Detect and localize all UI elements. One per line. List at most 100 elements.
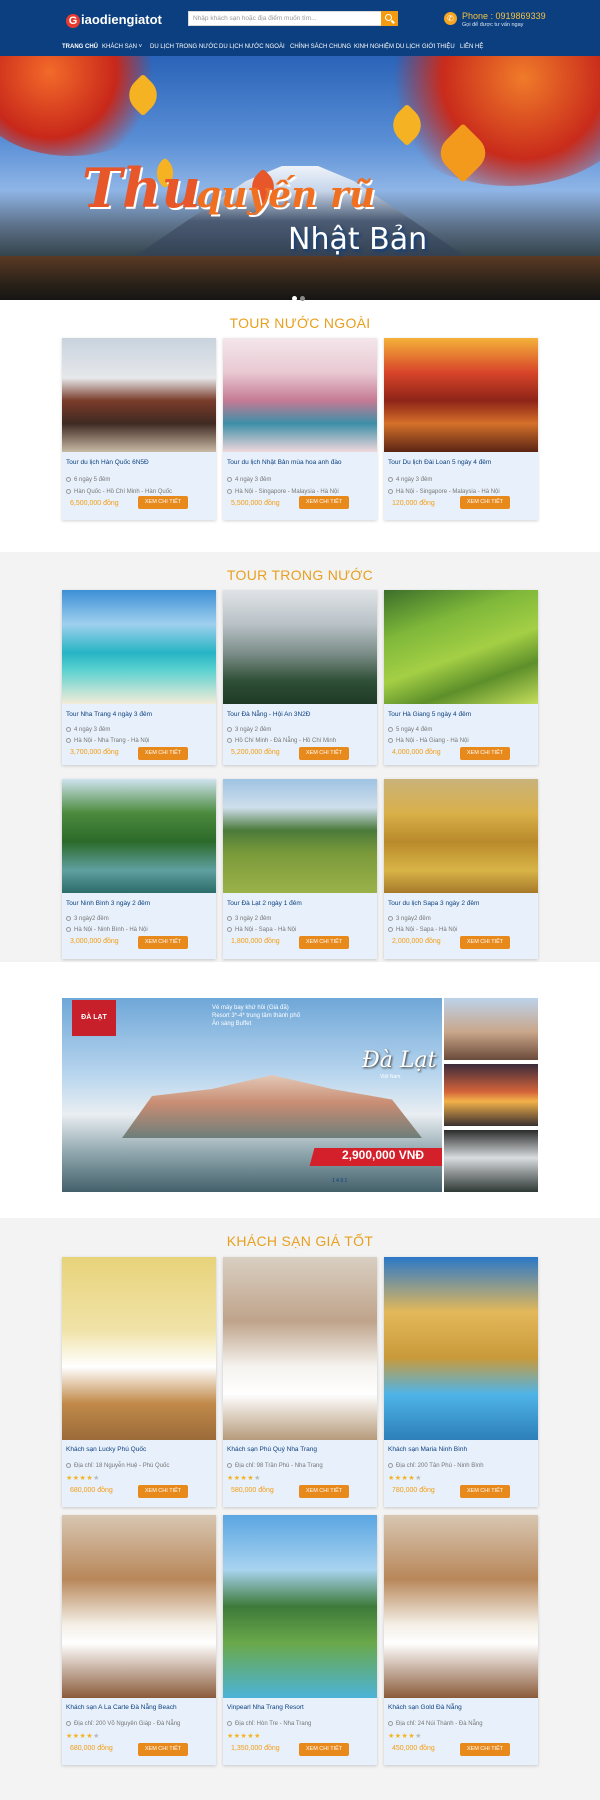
tour-image xyxy=(62,338,216,452)
tour-title[interactable]: Tour du lịch Hàn Quốc 6N5Đ xyxy=(66,459,149,466)
tour-price: 3,700,000 đồng xyxy=(70,749,119,756)
hotel-card[interactable]: Khách sạn Gold Đà Nẵng Địa chỉ: 24 Núi T… xyxy=(384,1515,538,1765)
tour-card[interactable]: Tour du lịch Hàn Quốc 6N5Đ 6 ngày 5 đêm … xyxy=(62,338,216,520)
view-detail-button[interactable]: XEM CHI TIẾT xyxy=(460,936,510,949)
tour-duration: 3 ngày2 đêm xyxy=(66,916,109,922)
star-rating: ★★★★★ xyxy=(227,1475,261,1482)
nav-item-foreign[interactable]: DU LỊCH NƯỚC NGOÀI xyxy=(219,44,285,50)
tour-duration: 3 ngày 2 đêm xyxy=(227,727,271,733)
hotel-name[interactable]: Khách sạn Lucky Phú Quốc xyxy=(66,1446,146,1453)
hotel-image xyxy=(384,1257,538,1440)
tour-title[interactable]: Tour Ninh Bình 3 ngày 2 đêm xyxy=(66,900,150,907)
location-icon xyxy=(227,1721,232,1726)
tour-title[interactable]: Tour du lịch Sapa 3 ngày 2 đêm xyxy=(388,900,479,907)
hotel-card[interactable]: Khách sạn Lucky Phú Quốc Địa chỉ: 18 Ngu… xyxy=(62,1257,216,1507)
view-detail-button[interactable]: XEM CHI TIẾT xyxy=(138,1485,188,1498)
hotel-name[interactable]: Khách sạn Phú Quý Nha Trang xyxy=(227,1446,317,1453)
tour-card[interactable]: Tour Đà Lạt 2 ngày 1 đêm 3 ngày 2 đêm Hà… xyxy=(223,779,377,959)
tour-route: Hà Nội - Singapore - Malaysia - Hà Nội xyxy=(388,489,500,495)
location-icon xyxy=(388,1463,393,1468)
tour-title[interactable]: Tour Nha Trang 4 ngày 3 đêm xyxy=(66,711,152,718)
hotel-image xyxy=(223,1515,377,1698)
tour-image xyxy=(384,338,538,452)
logo-text: iaodiengiatot xyxy=(81,12,162,27)
tour-card[interactable]: Tour du lịch Nhật Bản mùa hoa anh đào 4 … xyxy=(223,338,377,520)
view-detail-button[interactable]: XEM CHI TIẾT xyxy=(299,496,349,509)
nav-item-contact[interactable]: LIÊN HỆ xyxy=(460,44,483,50)
view-detail-button[interactable]: XEM CHI TIẾT xyxy=(460,747,510,760)
hotel-card[interactable]: Khách sạn Phú Quý Nha Trang Địa chỉ: 98 … xyxy=(223,1257,377,1507)
promo-banner[interactable]: ĐÀ LẠT Vé máy bay khứ hồi (Giá đã) Resor… xyxy=(62,998,442,1192)
tour-card[interactable]: Tour Ninh Bình 3 ngày 2 đêm 3 ngày2 đêm … xyxy=(62,779,216,959)
star-rating: ★★★★★ xyxy=(227,1733,261,1740)
star-rating: ★★★★★ xyxy=(388,1475,422,1482)
slider-dot[interactable] xyxy=(292,296,297,301)
banner-title: Đà Lạt xyxy=(362,1048,437,1073)
search-input[interactable]: Nhập khách sạn hoặc địa điểm muốn tìm... xyxy=(188,11,398,26)
hotel-name[interactable]: Khách sạn Maria Ninh Bình xyxy=(388,1446,467,1453)
tour-title[interactable]: Tour Du lịch Đài Loan 5 ngày 4 đêm xyxy=(388,459,491,466)
tour-route: Hà Nội - Hà Giang - Hà Nội xyxy=(388,738,469,744)
hotel-card[interactable]: Khách sạn A La Carte Đà Nẵng Beach Địa c… xyxy=(62,1515,216,1765)
tour-image xyxy=(384,779,538,893)
tour-duration: 4 ngày 3 đêm xyxy=(227,477,271,483)
banner-subtitle: Việt Nam xyxy=(380,1074,401,1080)
location-icon xyxy=(227,738,232,743)
tour-title[interactable]: Tour Đà Nẵng - Hội An 3N2Đ xyxy=(227,711,310,718)
nav-item-home[interactable]: TRANG CHỦ xyxy=(62,44,98,50)
section-title-domestic: TOUR TRONG NƯỚC xyxy=(226,567,374,583)
tour-title[interactable]: Tour Đà Lạt 2 ngày 1 đêm xyxy=(227,900,302,907)
tour-title[interactable]: Tour Hà Giang 5 ngày 4 đêm xyxy=(388,711,471,718)
view-detail-button[interactable]: XEM CHI TIẾT xyxy=(299,1485,349,1498)
view-detail-button[interactable]: XEM CHI TIẾT xyxy=(299,747,349,760)
side-image[interactable] xyxy=(444,1064,538,1126)
tour-route: Hà Nội - Sapa - Hà Nội xyxy=(388,927,457,933)
hotel-name[interactable]: Khách sạn A La Carte Đà Nẵng Beach xyxy=(66,1704,177,1711)
view-detail-button[interactable]: XEM CHI TIẾT xyxy=(138,936,188,949)
site-logo[interactable]: Giaodiengiatot xyxy=(66,12,162,28)
nav-item-about[interactable]: GIỚI THIỆU xyxy=(422,44,455,50)
view-detail-button[interactable]: XEM CHI TIẾT xyxy=(138,747,188,760)
tour-card[interactable]: Tour Nha Trang 4 ngày 3 đêm 4 ngày 3 đêm… xyxy=(62,590,216,765)
search-button[interactable] xyxy=(381,11,398,26)
hotel-card[interactable]: Khách sạn Maria Ninh Bình Địa chỉ: 200 T… xyxy=(384,1257,538,1507)
tour-price: 6,500,000 đồng xyxy=(70,500,119,507)
nav-item-experience[interactable]: KINH NGHIỆM DU LỊCH xyxy=(354,44,420,50)
view-detail-button[interactable]: XEM CHI TIẾT xyxy=(299,936,349,949)
side-image[interactable] xyxy=(444,998,538,1060)
hero-slider[interactable]: Thu quyến rũ Nhật Bản xyxy=(0,56,600,300)
slider-dot[interactable] xyxy=(300,296,305,301)
nav-item-domestic[interactable]: DU LỊCH TRONG NƯỚC xyxy=(150,44,218,50)
logo-badge: G xyxy=(66,14,80,28)
tour-card[interactable]: Tour Hà Giang 5 ngày 4 đêm 5 ngày 4 đêm … xyxy=(384,590,538,765)
site-header: Giaodiengiatot Nhập khách sạn hoặc địa đ… xyxy=(0,0,600,56)
slider-dots xyxy=(292,288,308,306)
view-detail-button[interactable]: XEM CHI TIẾT xyxy=(138,1743,188,1756)
section-title-foreign: TOUR NƯỚC NGOÀI xyxy=(229,315,371,331)
phone-number[interactable]: Phone : 0919869339 xyxy=(462,11,546,21)
hotel-address: Địa chỉ: Hòn Tre - Nha Trang xyxy=(227,1721,311,1727)
view-detail-button[interactable]: XEM CHI TIẾT xyxy=(460,496,510,509)
view-detail-button[interactable]: XEM CHI TIẾT xyxy=(299,1743,349,1756)
tour-route: Hà Nội - Nha Trang - Hà Nội xyxy=(66,738,149,744)
hotel-card[interactable]: Vinpearl Nha Trang Resort Địa chỉ: Hòn T… xyxy=(223,1515,377,1765)
clock-icon xyxy=(66,477,71,482)
nav-item-hotels[interactable]: KHÁCH SẠN ˅ xyxy=(102,44,142,50)
hotel-name[interactable]: Vinpearl Nha Trang Resort xyxy=(227,1704,304,1711)
location-icon xyxy=(227,489,232,494)
view-detail-button[interactable]: XEM CHI TIẾT xyxy=(460,1485,510,1498)
side-image[interactable] xyxy=(444,1130,538,1192)
nav-item-policy[interactable]: CHÍNH SÁCH CHUNG xyxy=(290,44,351,50)
clock-icon xyxy=(66,727,71,732)
dalat-town-image xyxy=(122,1075,422,1138)
tour-title[interactable]: Tour du lịch Nhật Bản mùa hoa anh đào xyxy=(227,459,342,466)
tour-card[interactable]: Tour du lịch Sapa 3 ngày 2 đêm 3 ngày2 đ… xyxy=(384,779,538,959)
view-detail-button[interactable]: XEM CHI TIẾT xyxy=(460,1743,510,1756)
tour-image xyxy=(62,590,216,704)
tour-card[interactable]: Tour Đà Nẵng - Hội An 3N2Đ 3 ngày 2 đêm … xyxy=(223,590,377,765)
tour-duration: 4 ngày 3 đêm xyxy=(66,727,110,733)
hotel-image xyxy=(62,1515,216,1698)
tour-card[interactable]: Tour Du lịch Đài Loan 5 ngày 4 đêm 4 ngà… xyxy=(384,338,538,520)
view-detail-button[interactable]: XEM CHI TIẾT xyxy=(138,496,188,509)
hotel-name[interactable]: Khách sạn Gold Đà Nẵng xyxy=(388,1704,462,1711)
